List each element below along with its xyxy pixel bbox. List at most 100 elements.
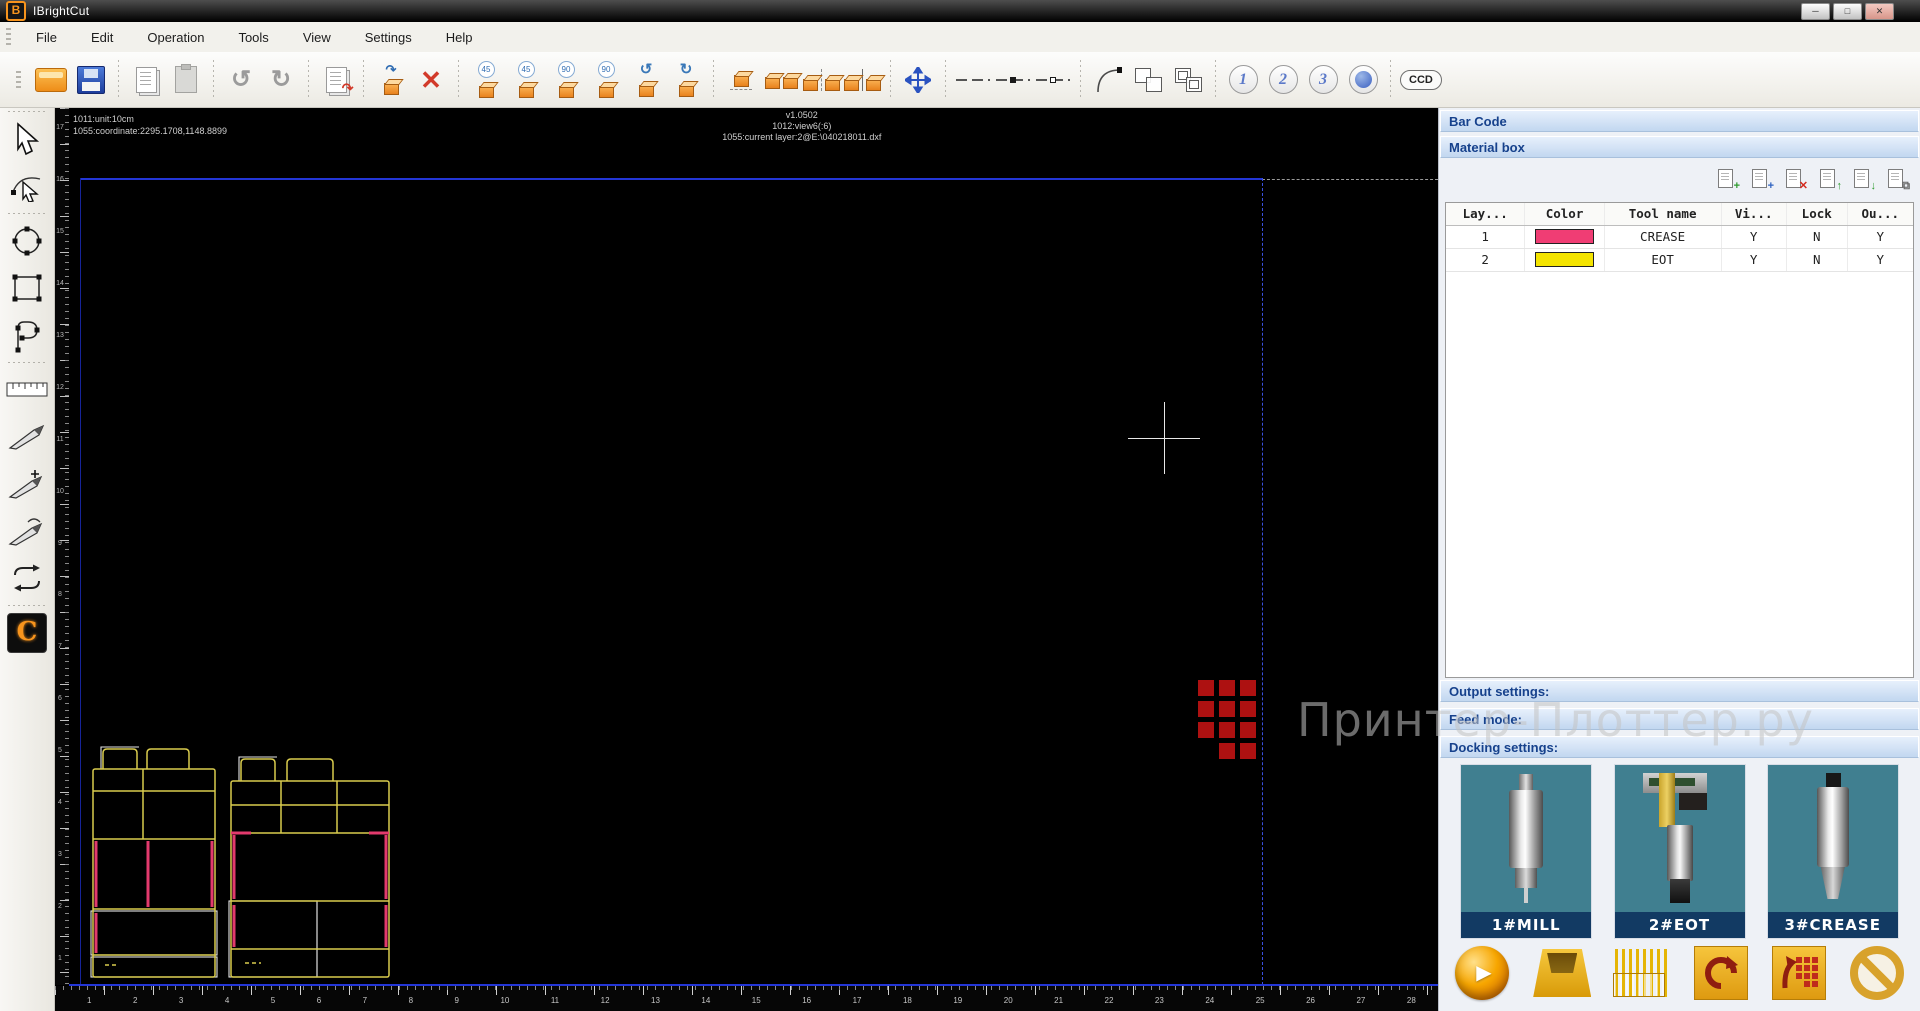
send-to-cut-button[interactable]: ↷ <box>373 57 409 103</box>
knife-add-tool-button[interactable] <box>5 464 49 504</box>
save-button[interactable] <box>73 57 109 103</box>
view-1-button[interactable]: 1 <box>1225 57 1261 103</box>
ruler-number: 14 <box>55 280 65 287</box>
docking-tool-eot[interactable]: 2#EOT <box>1614 764 1746 939</box>
menu-item[interactable]: Help <box>429 23 490 52</box>
color-swatch[interactable] <box>1535 252 1593 267</box>
redo-button[interactable]: ↻ <box>263 57 299 103</box>
ruler-number: 5 <box>271 996 275 1005</box>
open-button[interactable] <box>33 57 69 103</box>
rotate-45-cw-button[interactable]: 45 <box>508 57 544 103</box>
close-button[interactable]: ✕ <box>1865 3 1894 20</box>
canvas-info-left: 1011:unit:10cm 1055:coordinate:2295.1708… <box>73 113 227 137</box>
material-row[interactable]: 1 CREASE Y N Y <box>1446 226 1913 249</box>
ruler-number: 15 <box>752 996 761 1005</box>
group-button[interactable] <box>1170 57 1206 103</box>
rectangle-tool-button[interactable] <box>5 268 49 308</box>
layer-insert-button[interactable]: + <box>1750 168 1772 190</box>
select-tool-button[interactable] <box>5 119 49 159</box>
column-header[interactable]: Lock <box>1787 203 1848 225</box>
barcode-section-header[interactable]: Bar Code <box>1440 110 1919 132</box>
material-box-section-header[interactable]: Material box <box>1440 136 1919 158</box>
layer-add-button[interactable]: + <box>1716 168 1738 190</box>
menu-item[interactable]: Operation <box>130 23 221 52</box>
align-button[interactable] <box>844 57 881 103</box>
rotate-45-ccw-button[interactable]: 45 <box>468 57 504 103</box>
ruler-number: 27 <box>1356 996 1365 1005</box>
view-2-button[interactable]: 2 <box>1265 57 1301 103</box>
workarea-right-line <box>1262 178 1263 985</box>
feed-button[interactable] <box>1533 949 1591 997</box>
weld-button[interactable] <box>1130 57 1166 103</box>
layer-copy-button[interactable]: ⧉ <box>1886 168 1908 190</box>
mirror-vertical-button[interactable] <box>723 57 759 103</box>
ruler-number: 1 <box>87 996 91 1005</box>
rotate-45-ccw-icon <box>479 86 494 98</box>
knife-curve-tool-button[interactable] <box>5 511 49 551</box>
color-cell <box>1525 226 1604 248</box>
knife-tool-button[interactable] <box>5 417 49 457</box>
delete-button[interactable]: ✕ <box>413 57 449 103</box>
stop-button[interactable] <box>1850 946 1904 1000</box>
ruler-number: 4 <box>225 996 229 1005</box>
ruler-tool-button[interactable] <box>5 370 49 410</box>
ruler-number: 8 <box>409 996 413 1005</box>
line-style-node-button[interactable] <box>995 57 1031 103</box>
rotate-90-cw-button[interactable]: 90 <box>588 57 624 103</box>
column-header[interactable]: Ou... <box>1848 203 1913 225</box>
view-3-button[interactable]: 3 <box>1305 57 1341 103</box>
move-button[interactable] <box>900 57 936 103</box>
app-logo-button[interactable]: C <box>5 613 49 653</box>
layer-add-icon <box>1718 169 1733 188</box>
copy-button[interactable] <box>128 57 164 103</box>
layer-toolbar: + + ✕ ↑ ↓ ⧉ <box>1716 168 1908 190</box>
ruler-number: 6 <box>55 695 65 702</box>
node-edit-tool-button[interactable] <box>5 166 49 206</box>
column-header[interactable]: Vi... <box>1722 203 1787 225</box>
docking-tool-crease[interactable]: 3#CREASE <box>1767 764 1899 939</box>
color-swatch[interactable] <box>1535 229 1593 244</box>
loop-tool-button[interactable] <box>5 558 49 598</box>
column-header[interactable]: Color <box>1525 203 1604 225</box>
rotate-free-ccw-button[interactable]: ↺ <box>628 57 664 103</box>
line-style-hollow-node-button[interactable] <box>1035 57 1071 103</box>
rotate-90-ccw-button[interactable]: 90 <box>548 57 584 103</box>
docking-tool-mill[interactable]: 1#MILL <box>1460 764 1592 939</box>
menu-item[interactable]: Settings <box>348 23 429 52</box>
layer-up-button[interactable]: ↑ <box>1818 168 1840 190</box>
layer-down-button[interactable]: ↓ <box>1852 168 1874 190</box>
ccd-button[interactable]: CCD <box>1400 57 1442 103</box>
docking-settings-header[interactable]: Docking settings: <box>1440 736 1919 758</box>
line-style-dash-button[interactable] <box>955 57 991 103</box>
menu-item[interactable]: View <box>286 23 348 52</box>
menu-item[interactable]: Edit <box>74 23 130 52</box>
output-settings-header[interactable]: Output settings: <box>1440 680 1919 702</box>
nest-button[interactable] <box>1772 946 1826 1000</box>
circle-tool-button[interactable] <box>5 221 49 261</box>
run-button[interactable]: ▶ <box>1455 946 1509 1000</box>
paste-button[interactable] <box>168 57 204 103</box>
rotate-free-cw-button[interactable]: ↻ <box>668 57 704 103</box>
view-all-button[interactable] <box>1345 57 1381 103</box>
menu-item[interactable]: Tools <box>221 23 285 52</box>
brush-button[interactable] <box>1615 949 1669 997</box>
column-header[interactable]: Tool name <box>1605 203 1722 225</box>
layer-delete-button[interactable]: ✕ <box>1784 168 1806 190</box>
rotate-45-cw-icon <box>519 86 534 98</box>
menu-item[interactable]: File <box>19 23 74 52</box>
fillet-arc-button[interactable] <box>1090 57 1126 103</box>
material-row[interactable]: 2 EOT Y N Y <box>1446 249 1913 272</box>
flip-horizontal-button[interactable] <box>803 57 840 103</box>
feed-mode-header[interactable]: Feed mode: <box>1440 708 1919 730</box>
crease-tool-image <box>1768 765 1898 912</box>
column-header[interactable]: Lay... <box>1446 203 1525 225</box>
path-tool-button[interactable] <box>5 315 49 355</box>
rotate-feed-button[interactable] <box>1694 946 1748 1000</box>
undo-button[interactable]: ↺ <box>223 57 259 103</box>
export-button[interactable]: ↷ <box>318 57 354 103</box>
ruler-number: 4 <box>55 799 65 806</box>
minimize-button[interactable]: ─ <box>1801 3 1830 20</box>
maximize-button[interactable]: □ <box>1833 3 1862 20</box>
drawing-canvas[interactable]: 1011:unit:10cm 1055:coordinate:2295.1708… <box>55 108 1438 1011</box>
mirror-pair-button[interactable] <box>763 57 799 103</box>
